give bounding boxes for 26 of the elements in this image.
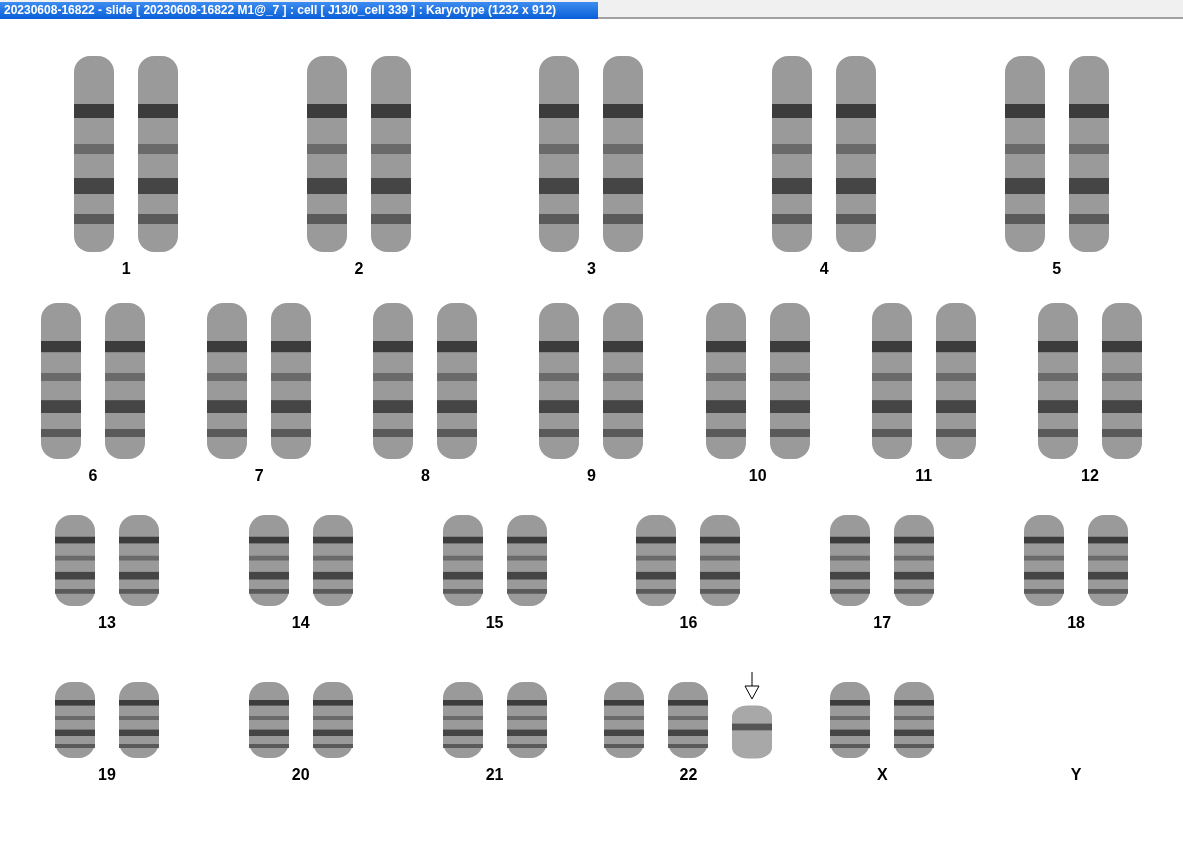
chromosome-number: 4 [819, 260, 829, 278]
chromosome-number: 20 [291, 766, 310, 784]
chromosome-number: 19 [98, 766, 116, 784]
chromosome-number: 3 [587, 260, 596, 278]
chromosome-number: 8 [420, 467, 430, 485]
chromosome-number: 7 [254, 467, 264, 485]
chromosome-number: 16 [679, 614, 698, 632]
chromosome-number: 1 [121, 260, 131, 278]
chromosome-number: 17 [873, 614, 892, 632]
chromosome-number: 12 [1081, 467, 1099, 485]
chromosome-number: 18 [1067, 614, 1085, 632]
chromosome-number: 10 [748, 467, 767, 485]
arrow-icon [743, 672, 762, 700]
window-title: 20230608-16822 - slide [ 20230608-16822 M1@_7 ] : cell [ J13/0_cell 339 ] : Karyotype (1232 x 912) [0, 2, 598, 19]
chromosome-number: 15 [485, 614, 504, 632]
chromosome-number: Y [1070, 766, 1082, 784]
chromosome-number: 14 [291, 614, 310, 632]
chromosome-number: 2 [354, 260, 364, 278]
chromosome-number: 13 [98, 614, 116, 632]
chromosome-number: X [876, 766, 888, 784]
chromosome-number: 9 [587, 467, 596, 485]
chromosome-number: 21 [485, 766, 504, 784]
chromosome-number: 6 [88, 467, 98, 485]
chromosome-number: 22 [679, 766, 698, 784]
chromosome-number: 11 [915, 467, 933, 485]
chromosome-number: 5 [1052, 260, 1062, 278]
